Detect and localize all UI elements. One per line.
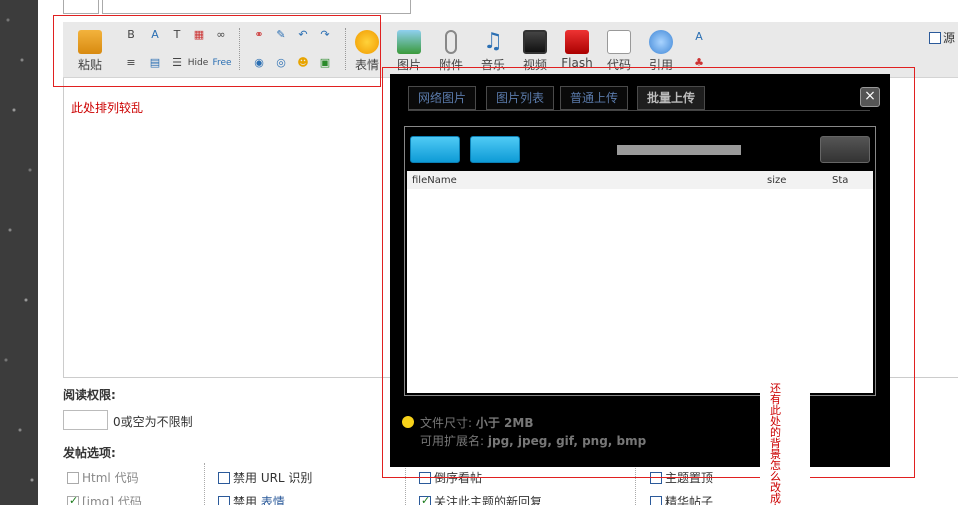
disable-emoticon-checkbox[interactable]	[218, 496, 230, 505]
html-code-checkbox[interactable]	[67, 472, 79, 484]
extension-note: 可用扩展名: jpg, jpeg, gif, png, bmp	[420, 432, 646, 449]
read-permission-input[interactable]	[63, 410, 108, 430]
tab-image-list[interactable]: 图片列表	[486, 86, 555, 110]
annotation-layout-note: 此处排列较乱	[71, 101, 144, 115]
tab-normal-upload[interactable]: 普通上传	[560, 86, 629, 110]
lightbulb-icon	[402, 416, 414, 428]
disable-url-option[interactable]: 禁用 URL 识别	[218, 469, 312, 486]
tv-icon	[523, 30, 547, 54]
font-style-icon[interactable]: A	[691, 30, 707, 44]
digest-option[interactable]: 精华帖子	[650, 493, 713, 505]
source-checkbox[interactable]	[929, 32, 941, 44]
tab-batch-upload[interactable]: 批量上传	[637, 86, 706, 110]
column-size: size	[767, 175, 787, 186]
source-label: 源	[943, 31, 956, 45]
disable-emoticon-option[interactable]: 禁用 表情	[218, 493, 285, 505]
img-code-option[interactable]: [img] 代码	[67, 493, 142, 505]
clear-button[interactable]	[820, 136, 870, 163]
ext-value: jpg, jpeg, gif, png, bmp	[487, 434, 647, 448]
flash-button[interactable]: Flash	[560, 30, 594, 70]
img-code-text: [img] 代码	[82, 495, 142, 505]
follow-replies-checkbox[interactable]	[419, 494, 431, 505]
annotation-box-toolbar	[53, 15, 381, 87]
size-prefix: 文件尺寸:	[420, 416, 473, 430]
speech-bubble-icon	[649, 30, 673, 54]
read-permission-hint: 0或空为不限制	[113, 415, 193, 429]
file-list[interactable]: fileName size Sta	[407, 171, 873, 393]
code-icon	[607, 30, 631, 54]
source-toggle[interactable]: 源	[929, 29, 955, 46]
disable-url-checkbox[interactable]	[218, 472, 230, 484]
size-value: 小于 2MB	[475, 416, 534, 430]
paperclip-icon	[445, 30, 457, 54]
column-status: Sta	[832, 175, 849, 186]
annotation-background-note: 还有此处的背景怎么改成白色？	[770, 382, 781, 505]
options-separator	[204, 463, 205, 505]
ext-prefix: 可用扩展名:	[420, 434, 485, 448]
emoticon-link[interactable]: 表情	[261, 495, 285, 505]
digest-checkbox[interactable]	[650, 496, 662, 505]
browse-button[interactable]	[410, 136, 460, 163]
follow-replies-text: 关注此主题的新回复	[434, 495, 543, 505]
stone-background	[0, 0, 38, 505]
batch-upload-panel: fileName size Sta	[404, 126, 876, 396]
follow-replies-option[interactable]: 关注此主题的新回复	[419, 493, 542, 505]
post-options-label: 发帖选项:	[63, 446, 116, 460]
disable-emoticon-text: 禁用	[233, 495, 258, 505]
column-filename: fileName	[412, 175, 457, 186]
image-upload-dialog: 网络图片 图片列表 普通上传 批量上传 × fileName size Sta …	[390, 74, 890, 467]
read-permission-label: 阅读权限:	[63, 388, 116, 402]
img-code-checkbox[interactable]	[67, 494, 79, 505]
music-note-icon: ♫	[483, 29, 503, 54]
format-select[interactable]	[63, 0, 99, 14]
html-code-text: Html 代码	[82, 471, 139, 485]
file-size-note: 文件尺寸: 小于 2MB	[420, 414, 534, 431]
flash-icon	[565, 30, 589, 54]
image-icon	[397, 30, 421, 54]
disable-url-text: 禁用 URL 识别	[233, 471, 313, 485]
digest-text: 精华帖子	[665, 495, 714, 505]
tab-web-image[interactable]: 网络图片	[408, 86, 477, 110]
title-input[interactable]	[102, 0, 411, 14]
annotation-note-bg	[760, 380, 810, 490]
tab-divider	[408, 110, 870, 111]
close-button[interactable]: ×	[860, 87, 880, 107]
html-code-option[interactable]: Html 代码	[67, 469, 139, 486]
upload-progress-bar	[617, 145, 741, 155]
upload-button[interactable]	[470, 136, 520, 163]
file-list-header: fileName size Sta	[407, 171, 873, 189]
